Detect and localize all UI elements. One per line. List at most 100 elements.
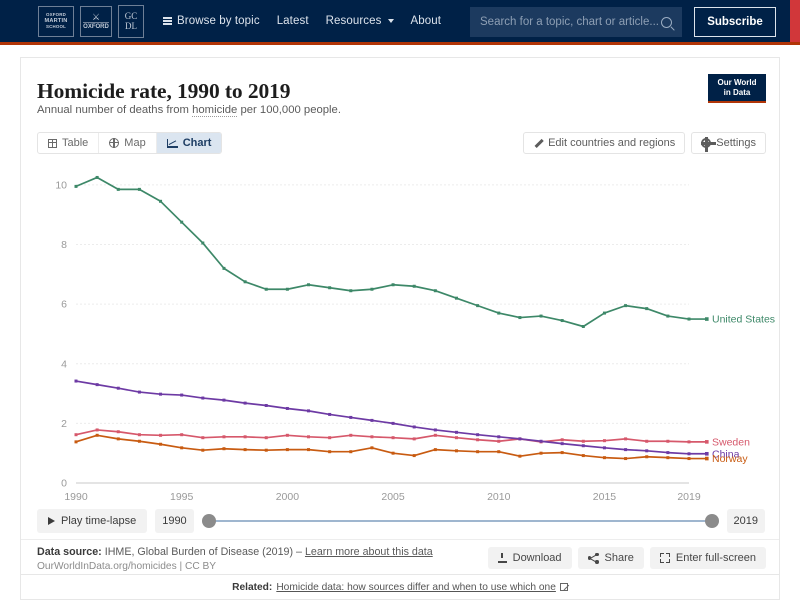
svg-text:Norway: Norway	[712, 453, 748, 465]
nav-about[interactable]: About	[411, 15, 442, 27]
enter-full-screen-button[interactable]: Enter full-screen	[650, 547, 766, 569]
chart-title: Homicide rate, 1990 to 2019	[37, 79, 290, 104]
nav-browse-by-topic-label: Browse by topic	[177, 15, 260, 27]
nav-browse-by-topic[interactable]: Browse by topic	[163, 15, 260, 27]
gcdl-line1: GC	[125, 11, 138, 21]
subtitle-after: per 100,000 people.	[237, 104, 341, 116]
tab-table-label: Table	[62, 137, 88, 149]
oxford-crest-icon: ⚔	[92, 13, 100, 22]
gcdl-line2: DL	[125, 21, 137, 31]
settings-button[interactable]: Settings	[691, 132, 766, 154]
nav-resources-label: Resources	[326, 15, 382, 27]
share-icon	[588, 553, 599, 564]
series-labels[interactable]: United StatesSwedenChinaNorway	[712, 314, 775, 466]
gear-icon	[701, 138, 711, 148]
gridlines	[76, 185, 689, 483]
oxford-name: OXFORD	[83, 22, 109, 30]
main-navigation: Browse by topic Latest Resources About	[163, 15, 441, 27]
nav-latest[interactable]: Latest	[277, 15, 309, 27]
play-icon	[48, 517, 55, 525]
chart-url-line: OurWorldInData.org/homicides | CC BY	[37, 561, 216, 572]
tab-map-label: Map	[124, 137, 145, 149]
nav-resources[interactable]: Resources	[326, 15, 394, 27]
hamburger-icon	[163, 17, 172, 24]
university-of-oxford-logo[interactable]: ⚔ OXFORD	[80, 6, 112, 37]
chart-controls: Edit countries and regions Settings	[523, 132, 766, 154]
table-icon	[48, 139, 57, 148]
nav-latest-label: Latest	[277, 15, 309, 27]
site-header: rlda OXFORD MARTIN SCHOOL ⚔ OXFORD GC DL…	[0, 0, 800, 45]
play-timelapse-button[interactable]: Play time-lapse	[37, 509, 147, 533]
slider-handle-start[interactable]	[202, 514, 216, 528]
owid-badge[interactable]: Our World in Data	[708, 74, 766, 103]
series-lines	[76, 177, 707, 458]
timeline-control: Play time-lapse 1990 2019	[37, 508, 765, 534]
slider-rail	[202, 520, 719, 523]
slider-handle-end[interactable]	[705, 514, 719, 528]
oms-line3: SCHOOL	[46, 24, 66, 30]
global-change-data-lab-logo[interactable]: GC DL	[118, 5, 144, 38]
external-link-icon	[560, 583, 568, 591]
series-markers	[75, 176, 709, 460]
svg-text:2010: 2010	[487, 491, 511, 503]
badge-line-2: in Data	[724, 88, 751, 98]
svg-text:6: 6	[61, 299, 67, 311]
related-link[interactable]: Homicide data: how sources differ and wh…	[276, 582, 556, 593]
settings-label: Settings	[716, 137, 756, 149]
svg-text:2: 2	[61, 418, 67, 430]
data-source-label: Data source:	[37, 546, 102, 558]
data-source-line: Data source: IHME, Global Burden of Dise…	[37, 546, 433, 558]
download-label: Download	[513, 552, 562, 564]
chart-tab-bar: Table Map Chart	[37, 132, 222, 154]
svg-text:8: 8	[61, 239, 67, 251]
line-chart-icon	[167, 139, 178, 148]
learn-more-link[interactable]: Learn more about this data	[305, 546, 433, 558]
nav-about-label: About	[411, 15, 442, 27]
svg-text:10: 10	[55, 179, 67, 191]
owid-wordmark[interactable]: rlda	[0, 4, 28, 34]
subscribe-label: Subscribe	[707, 16, 763, 28]
edit-countries-label: Edit countries and regions	[548, 137, 675, 149]
download-button[interactable]: Download	[488, 547, 572, 569]
full-screen-label: Enter full-screen	[676, 552, 756, 564]
globe-icon	[109, 138, 119, 148]
download-icon	[498, 553, 507, 563]
svg-text:2000: 2000	[276, 491, 300, 503]
svg-text:0: 0	[61, 478, 67, 490]
svg-text:United States: United States	[712, 314, 775, 326]
chart-subtitle: Annual number of deaths from homicide pe…	[37, 104, 341, 116]
chart-footer: Data source: IHME, Global Burden of Dise…	[21, 539, 779, 576]
share-button[interactable]: Share	[578, 547, 644, 569]
x-axis-tick-labels: 1990199520002005201020152019	[64, 491, 701, 503]
share-label: Share	[605, 552, 634, 564]
timeline-end-year[interactable]: 2019	[727, 509, 765, 533]
expand-icon	[660, 553, 670, 563]
related-label: Related:	[232, 582, 272, 593]
chart-footer-actions: Download Share Enter full-screen	[488, 547, 766, 569]
search-icon[interactable]	[661, 17, 672, 28]
tab-chart[interactable]: Chart	[156, 133, 222, 153]
timeline-start-year[interactable]: 1990	[155, 509, 193, 533]
subtitle-homicide-link[interactable]: homicide	[192, 104, 237, 117]
search-input[interactable]: Search for a topic, chart or article...	[470, 7, 682, 37]
data-source-text: IHME, Global Burden of Disease (2019)	[105, 546, 293, 558]
partner-logos: OXFORD MARTIN SCHOOL ⚔ OXFORD GC DL	[38, 5, 144, 38]
tab-table[interactable]: Table	[38, 133, 98, 153]
oxford-martin-school-logo[interactable]: OXFORD MARTIN SCHOOL	[38, 6, 74, 37]
subscribe-button[interactable]: Subscribe	[694, 7, 776, 37]
subtitle-before: Annual number of deaths from	[37, 104, 192, 116]
svg-text:1990: 1990	[64, 491, 88, 503]
pencil-icon	[533, 138, 543, 148]
svg-text:1995: 1995	[170, 491, 194, 503]
line-chart-plot[interactable]: 0246810 1990199520002005201020152019 Uni…	[21, 158, 781, 503]
timeline-slider[interactable]	[202, 509, 719, 533]
svg-text:2015: 2015	[593, 491, 617, 503]
svg-text:Sweden: Sweden	[712, 436, 750, 448]
chart-card: Homicide rate, 1990 to 2019 Annual numbe…	[20, 57, 780, 575]
play-label: Play time-lapse	[61, 515, 136, 527]
data-source-dash: –	[296, 546, 302, 558]
donate-strip[interactable]	[790, 0, 800, 42]
tab-map[interactable]: Map	[98, 133, 155, 153]
edit-countries-and-regions-button[interactable]: Edit countries and regions	[523, 132, 685, 154]
chevron-down-icon	[388, 19, 394, 23]
